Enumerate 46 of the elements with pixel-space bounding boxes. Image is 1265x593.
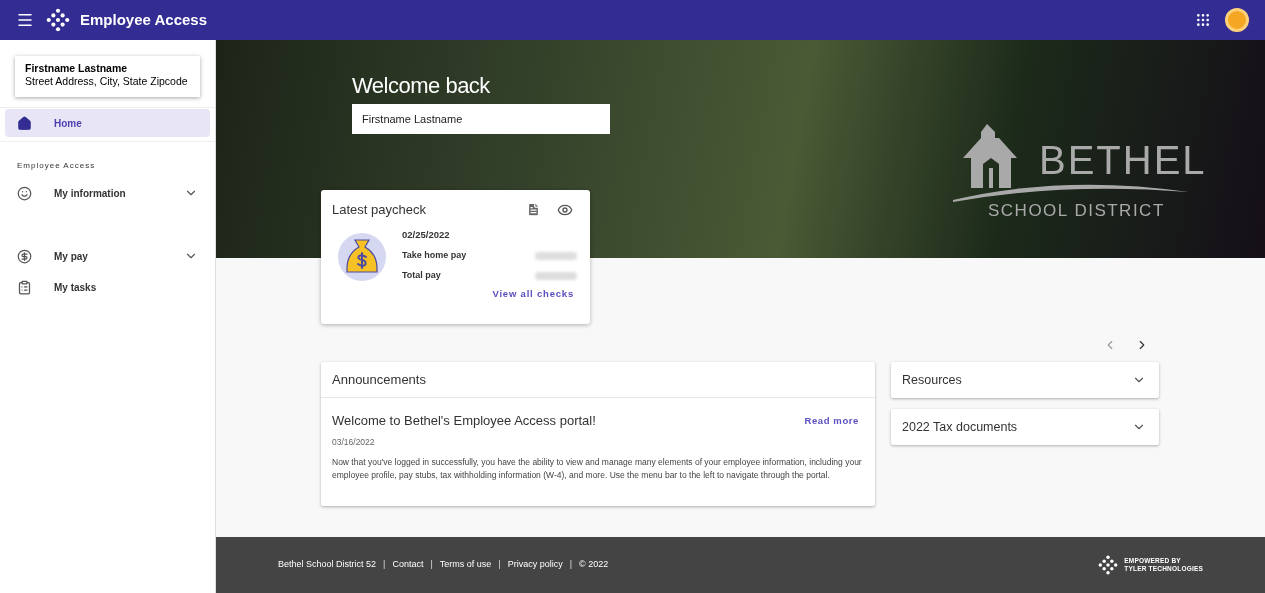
pay-label: Total pay <box>402 269 441 283</box>
footer-separator: | <box>498 558 501 572</box>
footer-link[interactable]: Bethel School District 52 <box>278 558 377 572</box>
welcome-heading: Welcome back <box>352 72 491 100</box>
footer-link[interactable]: Privacy policy <box>507 558 563 572</box>
blurred-amount <box>535 272 577 280</box>
avatar[interactable] <box>1225 8 1249 32</box>
read-more-link[interactable]: Read more <box>804 413 859 428</box>
logo-icon <box>46 8 70 32</box>
logo-title: BETHEL <box>1039 140 1207 180</box>
nav-item[interactable]: My tasks <box>5 273 210 301</box>
money-bag-icon <box>337 231 387 282</box>
pay-label: Take home pay <box>402 248 467 262</box>
footer-link[interactable]: © 2022 <box>579 558 609 572</box>
announcement-body: Now that you've logged in successfully, you have the ability to view and manage many elements of your employee information, including your employee profile, pay stubs, tax withholding information (W-4), and more. Use the menu bar to the left to navigate through the portal. <box>332 456 863 483</box>
nav-item[interactable]: My information <box>5 179 210 207</box>
card-title: Latest paycheck <box>332 201 427 219</box>
profile-name: Firstname Lastname <box>25 62 129 75</box>
footer-separator: | <box>383 558 386 572</box>
nav-item[interactable]: Home <box>5 109 210 137</box>
menu-icon[interactable] <box>16 11 34 29</box>
section-label: Employee Access <box>17 161 96 170</box>
user-name-banner: Firstname Lastname <box>352 104 610 134</box>
clipboard-icon <box>17 279 32 295</box>
document-icon[interactable] <box>526 202 541 218</box>
blurred-amount <box>535 251 577 260</box>
logo-subtitle: SCHOOL DISTRICT <box>988 202 1165 220</box>
accordion-panel[interactable]: Resources <box>891 362 1159 398</box>
accordion-panel[interactable]: 2022 Tax documents <box>891 409 1159 445</box>
footer-separator: | <box>569 558 572 572</box>
apps-grid-icon[interactable] <box>1195 12 1211 28</box>
footer-separator: | <box>430 558 433 572</box>
footer-link[interactable]: Contact <box>392 558 424 572</box>
logo-icon <box>1098 555 1119 575</box>
app-title: Employee Access <box>80 9 208 30</box>
profile-address: Street Address, City, State Zipcode <box>25 75 189 88</box>
announcement-date: 03/16/2022 <box>332 435 376 449</box>
dollar-coin-icon <box>17 248 32 264</box>
smiley-face-icon <box>17 185 32 201</box>
home-icon <box>17 115 32 131</box>
view-all-checks-link[interactable]: View all checks <box>492 286 574 301</box>
announcement-title: Welcome to Bethel's Employee Access portal! <box>332 412 597 430</box>
paycheck-date: 02/25/2022 <box>402 227 451 242</box>
card-title: Announcements <box>332 370 426 389</box>
nav-item[interactable]: My pay <box>5 242 210 270</box>
footer-link[interactable]: Terms of use <box>439 558 492 572</box>
